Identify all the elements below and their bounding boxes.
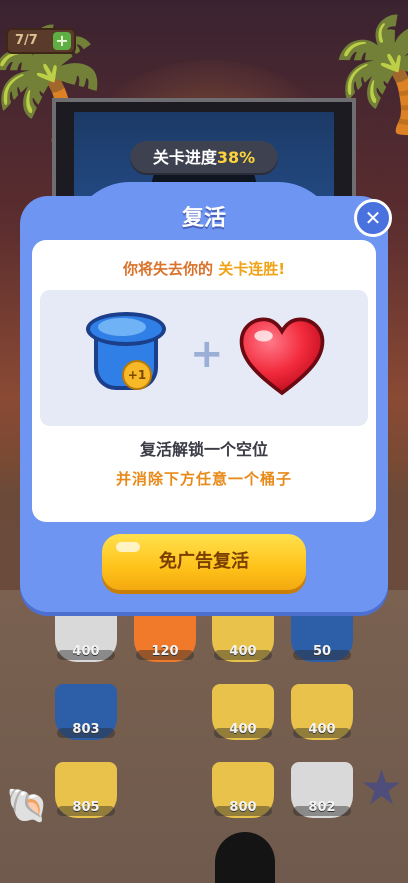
plus-sign-icon: + [190, 331, 224, 377]
bucket-value: 120 [151, 644, 179, 659]
dialog-content-card: 你将失去你的 关卡连胜! +1 + 复活解锁一个空位 并消除下方任意一个桶子 [32, 240, 376, 522]
reward-box: +1 + [40, 290, 368, 426]
heart-icon [239, 317, 325, 396]
bucket[interactable]: 803 [55, 684, 117, 746]
ad-free-revive-button[interactable]: 免广告复活 [102, 534, 306, 590]
bucket[interactable]: 50 [291, 606, 353, 668]
bucket[interactable]: 400 [55, 606, 117, 668]
bucket-value: 400 [72, 644, 100, 659]
bucket-value: 800 [229, 800, 257, 815]
starfish-icon: ★ [360, 760, 404, 816]
revive-description: 复活解锁一个空位 [139, 440, 268, 459]
revive-button-label: 免广告复活 [159, 551, 249, 572]
bucket-value: 400 [229, 644, 257, 659]
revive-description-secondary: 并消除下方任意一个桶子 [115, 470, 292, 488]
add-moves-button[interactable]: + [53, 32, 71, 50]
bottom-slot [215, 832, 275, 883]
bucket[interactable]: 400 [291, 684, 353, 746]
bucket[interactable]: 400 [212, 606, 274, 668]
level-progress: 关卡进度38% [130, 141, 278, 175]
seashell-icon: 🐚 [6, 786, 49, 826]
bucket-value: 400 [229, 722, 257, 737]
progress-label: 关卡进度 [152, 148, 217, 167]
bucket-value: 400 [308, 722, 336, 737]
bucket[interactable]: 802 [291, 762, 353, 824]
warning-highlight: 关卡连胜! [218, 260, 286, 278]
warning-text: 你将失去你的 [122, 260, 213, 278]
empty-bucket-icon [86, 312, 166, 402]
bucket-value: 802 [308, 800, 336, 815]
bucket[interactable]: 800 [212, 762, 274, 824]
bucket[interactable]: 400 [212, 684, 274, 746]
progress-value: 38% [216, 148, 256, 167]
revive-dialog: 复活 ✕ 你将失去你的 关卡连胜! +1 + 复活解锁一个空位 并消除下方任意一… [20, 182, 392, 612]
streak-warning: 你将失去你的 关卡连胜! [32, 258, 376, 279]
dialog-title: 复活 [181, 206, 226, 231]
bucket-value: 803 [72, 722, 100, 737]
plus-one-badge: +1 [122, 360, 152, 390]
bucket-value: 805 [72, 800, 100, 815]
close-button[interactable]: ✕ [354, 199, 392, 237]
moves-text: 7/7 [15, 33, 38, 48]
bucket-value: 50 [312, 644, 332, 659]
moves-counter: 7/7 + [6, 28, 76, 54]
bucket[interactable]: 120 [134, 606, 196, 668]
bucket[interactable]: 805 [55, 762, 117, 824]
